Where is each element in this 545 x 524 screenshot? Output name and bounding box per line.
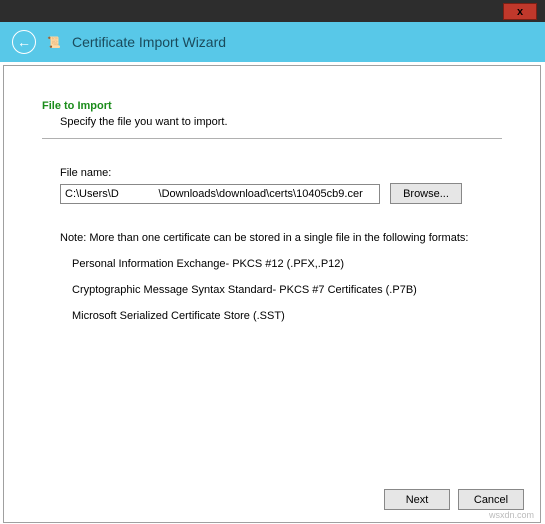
wizard-header: ← 📜 Certificate Import Wizard — [0, 22, 545, 62]
format-pfx: Personal Information Exchange- PKCS #12 … — [72, 258, 502, 270]
wizard-page: File to Import Specify the file you want… — [3, 65, 541, 523]
section-heading: File to Import — [42, 100, 502, 112]
back-button[interactable]: ← — [12, 30, 36, 54]
section-subtext: Specify the file you want to import. — [60, 116, 502, 128]
file-name-label: File name: — [60, 167, 502, 179]
format-sst: Microsoft Serialized Certificate Store (… — [72, 310, 502, 322]
divider — [42, 138, 502, 139]
browse-button[interactable]: Browse... — [390, 183, 462, 204]
button-bar: Next Cancel — [384, 489, 524, 510]
close-button[interactable]: x — [503, 3, 537, 20]
page-title: Certificate Import Wizard — [72, 34, 226, 50]
file-row: Browse... — [60, 183, 502, 204]
note-text: Note: More than one certificate can be s… — [60, 232, 502, 244]
file-name-input[interactable] — [60, 184, 380, 204]
scroll-icon: 📜 — [47, 36, 61, 49]
cancel-button[interactable]: Cancel — [458, 489, 524, 510]
next-button[interactable]: Next — [384, 489, 450, 510]
certificate-icon: 📜 — [46, 34, 62, 50]
arrow-left-icon: ← — [17, 35, 31, 49]
format-p7b: Cryptographic Message Syntax Standard- P… — [72, 284, 502, 296]
close-icon: x — [517, 6, 523, 18]
outer-titlebar: x — [0, 0, 545, 22]
watermark: wsxdn.com — [489, 510, 534, 520]
